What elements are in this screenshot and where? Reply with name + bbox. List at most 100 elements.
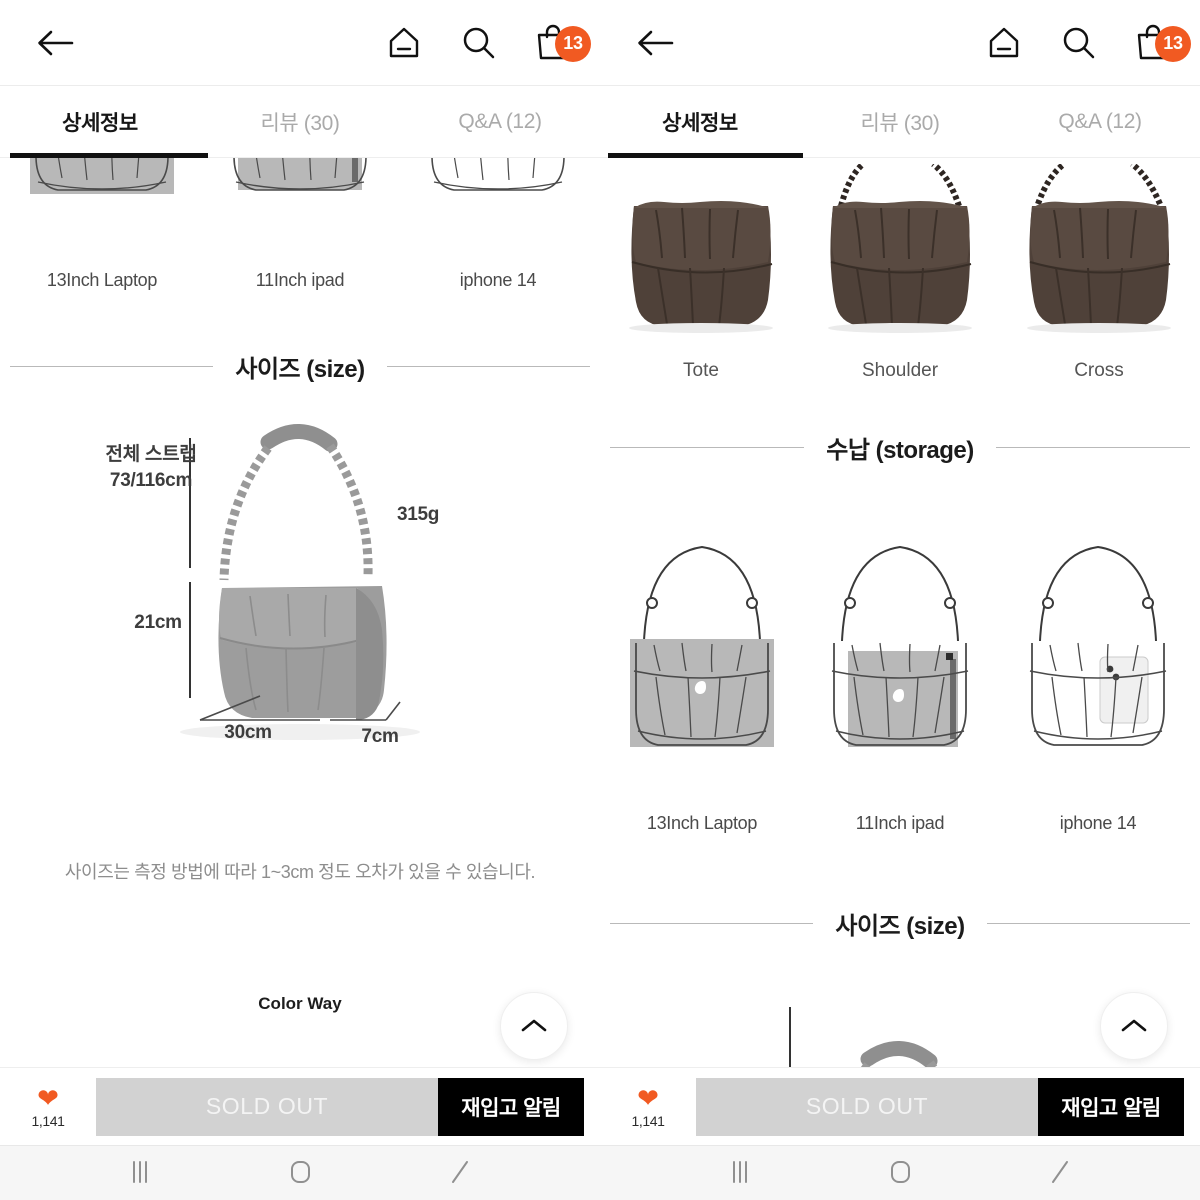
depth-measurement: 7cm [361,726,399,747]
app-bar: 13 [0,0,600,86]
carry-item-cross: Cross [1004,164,1194,382]
storage-item-laptop: 13Inch Laptop [8,158,196,291]
like-button[interactable]: ❤ 1,141 [600,1085,696,1129]
home-button-icon[interactable] [883,1156,917,1191]
scroll-to-top-button[interactable] [500,992,568,1060]
dual-screenshot-container: 13 상세정보 리뷰 (30) Q&A (12) 13Inch Laptop 1… [0,0,1200,1200]
cart-badge: 13 [1155,25,1191,62]
back-button-icon[interactable] [443,1156,477,1191]
storage-item-label: 11Inch ipad [855,813,945,833]
tab-details[interactable]: 상세정보 [0,86,200,158]
storage-device-row: 13Inch Laptop 11Inch ipad iphone 14 [600,531,1200,834]
chevron-up-icon [521,1019,547,1032]
purchase-bar: ❤ 1,141 SOLD OUT 재입고 알림 [600,1067,1200,1145]
weight-measurement: 315g [396,504,440,525]
heart-icon: ❤ [37,1082,59,1113]
width-measurement: 30cm [224,722,272,743]
strap-measurement: 전체 스트랩 73/116cm [96,442,206,493]
storage-item-iphone: iphone 14 [404,158,592,291]
strap-label: 전체 스트랩 [105,444,197,465]
size-section-heading: 사이즈 (size) [0,349,600,384]
carry-item-shoulder: Shoulder [805,164,995,382]
sold-out-button: SOLD OUT [96,1077,438,1136]
tab-bar: 상세정보 리뷰 (30) Q&A (12) [0,86,600,158]
android-nav-bar [0,1145,600,1200]
heading-rule-left [610,447,805,448]
screen-left: 13 상세정보 리뷰 (30) Q&A (12) 13Inch Laptop 1… [0,0,600,1200]
like-button[interactable]: ❤ 1,141 [0,1085,96,1129]
carry-item-label: Tote [683,360,719,381]
home-button-icon[interactable] [283,1156,317,1191]
restock-alert-button[interactable]: 재입고 알림 [1038,1077,1184,1136]
heading-rule-right [986,923,1191,924]
restock-alert-button[interactable]: 재입고 알림 [438,1077,584,1136]
bag-laptop-illustration [30,158,174,194]
size-section-title: 사이즈 (size) [235,356,365,383]
search-icon[interactable] [1058,23,1098,63]
height-measurement: 21cm [134,612,182,633]
heading-rule-left [10,366,214,367]
chevron-up-icon [1121,1019,1147,1032]
tab-qna[interactable]: Q&A (12) [1000,86,1200,158]
home-icon[interactable] [984,23,1024,63]
bag-laptop-illustration [630,545,774,747]
tab-reviews[interactable]: 리뷰 (30) [200,86,400,158]
app-bar-actions: 13 [984,22,1191,64]
like-count: 1,141 [31,1112,65,1129]
purchase-bar: ❤ 1,141 SOLD OUT 재입고 알림 [0,1067,600,1145]
heading-rule-right [386,366,591,367]
tab-details[interactable]: 상세정보 [600,86,800,158]
bag-ipad-illustration [831,545,969,747]
storage-item-label: iphone 14 [1059,813,1137,833]
bag-photo-shoulder [828,164,972,333]
size-section-heading: 사이즈 (size) [600,906,1200,941]
storage-item-label: 13Inch Laptop [46,270,158,290]
storage-item-ipad: 11Inch ipad [806,531,994,834]
bag-size-photo [180,424,420,740]
tab-active-indicator [608,153,803,158]
back-arrow-icon[interactable] [634,25,678,61]
tab-qna[interactable]: Q&A (12) [400,86,600,158]
recents-icon[interactable] [723,1156,757,1191]
heart-icon: ❤ [637,1082,659,1113]
storage-item-laptop: 13Inch Laptop [608,531,796,834]
storage-section-title: 수납 (storage) [826,437,974,464]
scroll-to-top-button[interactable] [1100,992,1168,1060]
tab-active-indicator [10,153,208,158]
tab-bar: 상세정보 리뷰 (30) Q&A (12) [600,86,1200,158]
home-icon[interactable] [384,23,424,63]
app-bar-actions: 13 [384,22,591,64]
like-count: 1,141 [631,1112,665,1129]
bag-photo-cross [1027,164,1171,333]
storage-item-label: 13Inch Laptop [646,813,758,833]
storage-item-iphone: iphone 14 [1004,531,1192,834]
carry-item-label: Cross [1074,360,1124,381]
storage-item-label: 11Inch ipad [255,270,345,290]
storage-device-row: 13Inch Laptop 11Inch ipad iphone 14 [0,158,600,291]
tab-reviews[interactable]: 리뷰 (30) [800,86,1000,158]
storage-item-ipad: 11Inch ipad [206,158,394,291]
search-icon[interactable] [458,23,498,63]
carry-item-label: Shoulder [861,360,939,381]
carry-item-tote: Tote [606,164,796,382]
size-diagram: 전체 스트랩 73/116cm 21cm 315g 30cm 7cm [0,420,600,840]
sold-out-button: SOLD OUT [696,1077,1038,1136]
storage-section-heading: 수납 (storage) [600,430,1200,465]
storage-item-label: iphone 14 [459,270,537,290]
size-section-title: 사이즈 (size) [835,913,965,940]
cart-icon[interactable]: 13 [1132,22,1191,64]
bag-photo-tote [629,201,773,333]
recents-icon[interactable] [123,1156,157,1191]
bag-ipad-illustration [233,158,367,191]
screen-right: 13 상세정보 리뷰 (30) Q&A (12) Tote Shoulder C… [600,0,1200,1200]
heading-rule-left [610,923,814,924]
size-note: 사이즈는 측정 방법에 따라 1~3cm 정도 오차가 있을 수 있습니다. [64,862,536,882]
app-bar: 13 [600,0,1200,86]
cart-icon[interactable]: 13 [532,22,591,64]
bag-iphone-illustration [1029,545,1167,746]
android-nav-bar [600,1145,1200,1200]
heading-rule-right [995,447,1191,448]
back-arrow-icon[interactable] [34,25,78,61]
back-button-icon[interactable] [1043,1156,1077,1191]
bag-iphone-illustration [431,158,565,191]
